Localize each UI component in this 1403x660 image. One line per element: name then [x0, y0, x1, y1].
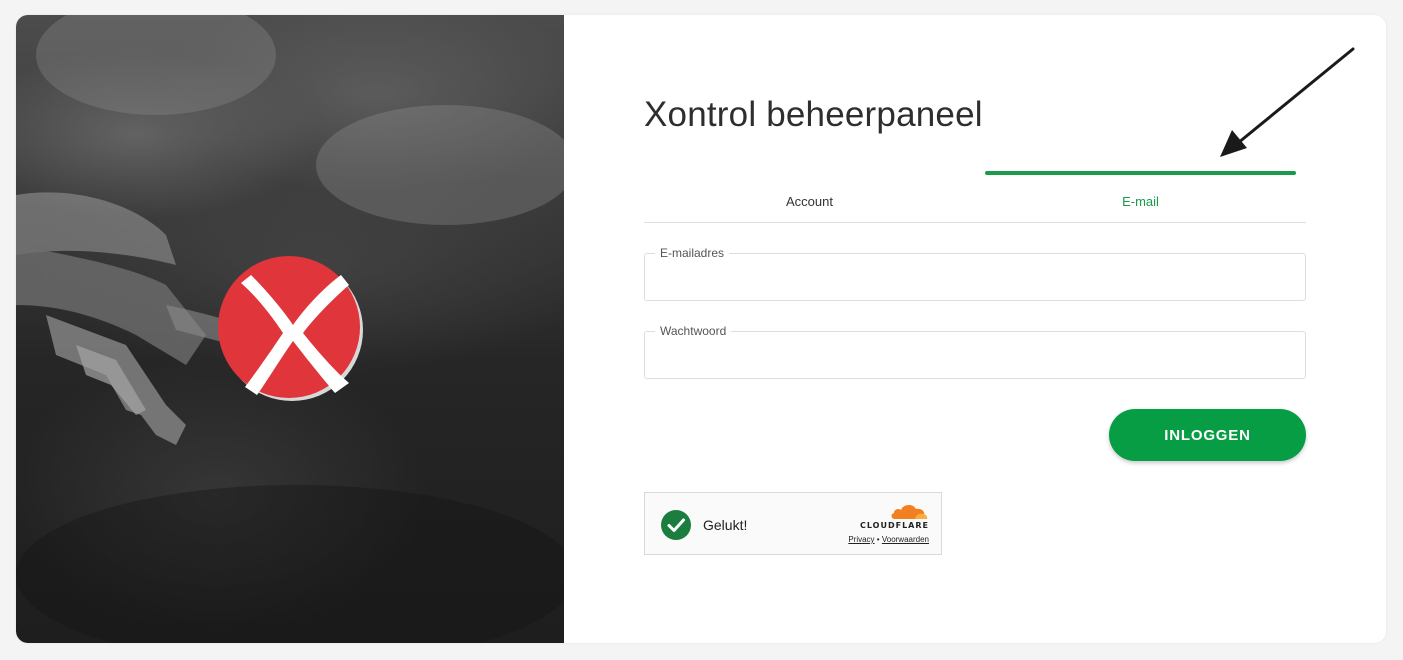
cloudflare-branding: CLOUDFLARE Privacy • Voorwaarden	[833, 503, 929, 549]
xontrol-logo	[218, 256, 363, 401]
login-method-tabs: Account E-mail	[644, 170, 1306, 223]
login-button[interactable]: INLOGGEN	[1109, 409, 1306, 461]
hero-image-keys	[16, 15, 564, 643]
tab-account-label: Account	[786, 194, 833, 209]
tab-email[interactable]: E-mail	[975, 170, 1306, 222]
password-field: Wachtwoord	[644, 324, 1306, 379]
email-input[interactable]	[645, 254, 1305, 300]
captcha-links: Privacy • Voorwaarden	[848, 535, 929, 544]
tab-account[interactable]: Account	[644, 170, 975, 222]
email-field: E-mailadres	[644, 246, 1306, 301]
login-card: Xontrol beheerpaneel Account E-mail E-ma…	[16, 15, 1386, 643]
terms-link[interactable]: Voorwaarden	[882, 535, 929, 544]
page-title: Xontrol beheerpaneel	[644, 95, 983, 134]
cloudflare-cloud-icon	[891, 504, 928, 519]
success-check-icon	[661, 510, 691, 540]
cloudflare-logo-text: CLOUDFLARE	[860, 521, 929, 530]
tab-email-label: E-mail	[1122, 194, 1159, 209]
active-tab-indicator	[985, 171, 1296, 175]
password-input[interactable]	[645, 332, 1305, 378]
privacy-link[interactable]: Privacy	[848, 535, 874, 544]
cloudflare-captcha-widget: Gelukt! CLOUDFLARE Privacy • Voorwaarden	[644, 492, 942, 555]
captcha-status: Gelukt!	[703, 517, 748, 533]
link-separator: •	[876, 535, 880, 544]
